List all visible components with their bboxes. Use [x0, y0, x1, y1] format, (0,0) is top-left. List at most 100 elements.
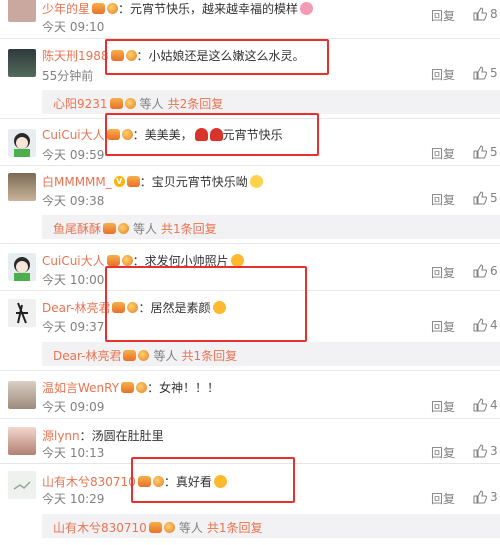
reply-count-link[interactable]: 共2条回复 — [168, 95, 224, 112]
comment-item: 白MMMMM_ V ：宝贝元宵节快乐呦 今天 09:38 回复 5 — [0, 166, 500, 210]
like-count: 5 — [490, 145, 498, 159]
avatar[interactable] — [8, 49, 36, 77]
member-badge-icon — [123, 350, 137, 361]
like-count: 4 — [490, 398, 498, 412]
highlight-box — [105, 266, 307, 342]
thumbs-up-icon — [473, 264, 487, 278]
comment-item: 温如言WenRY ：女神！！！ 今天 09:09 回复 4 — [0, 371, 500, 415]
comment-text: ：宝贝元宵节快乐呦 — [139, 175, 248, 189]
like-button[interactable]: 6 — [473, 264, 498, 278]
comment-time: 55分钟前 — [42, 69, 94, 83]
reply-button[interactable]: 回复 — [431, 398, 455, 415]
comment-username[interactable]: 白MMMMM_ — [42, 173, 112, 190]
member-badge-icon — [126, 176, 140, 187]
reply-username[interactable]: Dear-林亮君 — [53, 347, 121, 364]
reply-button[interactable]: 回复 — [431, 145, 455, 162]
comment-username[interactable]: 少年的星 — [42, 0, 90, 17]
comment-time: 今天 09:37 — [42, 320, 105, 334]
comment-item: 少年的星 ：元宵节快乐，越来越幸福的模样 今天 09:10 回复 8 — [0, 0, 500, 38]
avatar[interactable] — [8, 129, 36, 157]
fan-badge-icon — [124, 98, 136, 109]
like-count: 3 — [490, 444, 498, 458]
reply-count-link[interactable]: 共1条回复 — [161, 220, 217, 237]
reply-count-link[interactable]: 共1条回复 — [182, 347, 238, 364]
comment-username[interactable]: CuiCui大人 — [42, 126, 105, 143]
thumbs-up-icon — [473, 191, 487, 205]
avatar[interactable] — [8, 299, 36, 327]
member-badge-icon — [106, 255, 120, 266]
verified-icon: V — [113, 176, 125, 187]
like-button[interactable]: 3 — [473, 444, 498, 458]
avatar[interactable] — [8, 471, 36, 499]
highlight-box — [105, 39, 329, 75]
highlight-box — [131, 457, 295, 503]
reply-etc: 等人 — [133, 222, 158, 236]
like-count: 8 — [490, 7, 498, 21]
like-button[interactable]: 4 — [473, 318, 498, 332]
reply-username[interactable]: 心阳9231 — [53, 95, 108, 112]
member-badge-icon — [92, 3, 106, 14]
thumbs-up-icon — [473, 490, 487, 504]
like-button[interactable]: 3 — [473, 490, 498, 504]
fan-badge-icon — [136, 382, 148, 393]
comment-username[interactable]: 源lynn — [42, 427, 80, 444]
comment-time: 今天 09:38 — [42, 194, 105, 208]
reply-button[interactable]: 回复 — [431, 7, 455, 24]
avatar[interactable] — [8, 173, 36, 201]
thumbs-up-icon — [473, 398, 487, 412]
reply-etc: 等人 — [153, 349, 178, 363]
comment-username[interactable]: 温如言WenRY — [42, 379, 119, 396]
thumbs-up-icon — [473, 444, 487, 458]
like-button[interactable]: 5 — [473, 145, 498, 159]
comment-username[interactable]: Dear-林亮君 — [42, 299, 110, 316]
fan-badge-icon — [121, 255, 133, 266]
thumbs-up-icon — [473, 318, 487, 332]
reply-summary-bar[interactable]: 心阳9231 等人 共2条回复 — [42, 90, 500, 114]
comment-username[interactable]: 山有木兮830710 — [42, 473, 136, 490]
like-button[interactable]: 5 — [473, 66, 498, 80]
reply-summary-bar[interactable]: 山有木兮830710 等人 共1条回复 — [42, 514, 500, 538]
reply-button[interactable]: 回复 — [431, 444, 455, 461]
comment-time: 今天 10:29 — [42, 492, 105, 506]
comment-username[interactable]: CuiCui大人 — [42, 252, 105, 269]
like-count: 6 — [490, 264, 498, 278]
comment-time: 今天 09:59 — [42, 148, 105, 162]
reply-username[interactable]: 鱼尾酥酥 — [53, 220, 101, 237]
reply-button[interactable]: 回复 — [431, 66, 455, 83]
fan-badge-icon — [163, 522, 175, 533]
avatar[interactable] — [8, 427, 36, 455]
fan-badge-icon — [138, 350, 150, 361]
reply-button[interactable]: 回复 — [431, 318, 455, 335]
thumbs-up-icon — [473, 7, 487, 21]
like-button[interactable]: 8 — [473, 7, 498, 21]
like-button[interactable]: 5 — [473, 191, 498, 205]
reply-summary-bar[interactable]: 鱼尾酥酥 等人 共1条回复 — [42, 215, 500, 239]
avatar[interactable] — [8, 0, 36, 22]
comment-username[interactable]: 陈天刑1988 — [42, 47, 109, 64]
member-badge-icon — [148, 522, 162, 533]
comment-text: ：元宵节快乐，越来越幸福的模样 — [118, 2, 299, 16]
comment-text: ：汤圆在肚肚里 — [79, 429, 164, 443]
smile-emoji-icon — [249, 175, 263, 188]
member-badge-icon — [121, 382, 135, 393]
reply-etc: 等人 — [139, 97, 164, 111]
reply-button[interactable]: 回复 — [431, 490, 455, 507]
thumbs-up-icon — [473, 66, 487, 80]
like-button[interactable]: 4 — [473, 398, 498, 412]
reply-button[interactable]: 回复 — [431, 191, 455, 208]
avatar[interactable] — [8, 253, 36, 281]
reply-username[interactable]: 山有木兮830710 — [53, 519, 147, 536]
comment-time: 今天 09:09 — [42, 400, 105, 414]
comment-text: ：女神！！！ — [147, 381, 220, 395]
reply-summary-bar[interactable]: Dear-林亮君 等人 共1条回复 — [42, 342, 500, 366]
fan-badge-icon — [118, 223, 130, 234]
member-badge-icon — [109, 98, 123, 109]
comment-time: 今天 09:10 — [42, 20, 105, 34]
reply-count-link[interactable]: 共1条回复 — [207, 519, 263, 536]
avatar[interactable] — [8, 381, 36, 409]
like-count: 4 — [490, 318, 498, 332]
highlight-box — [105, 113, 319, 156]
reply-button[interactable]: 回复 — [431, 264, 455, 281]
like-count: 3 — [490, 490, 498, 504]
comment-time: 今天 10:00 — [42, 273, 105, 287]
